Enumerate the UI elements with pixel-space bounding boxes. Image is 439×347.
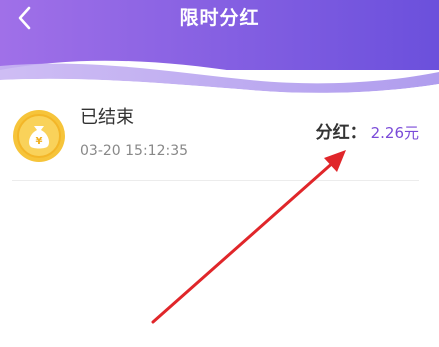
dividend-amount: 2.26元 [370, 124, 419, 142]
dividend-info: 分红： 2.26元 [316, 120, 419, 146]
svg-text:¥: ¥ [36, 136, 43, 147]
dividend-label: 分红： [315, 123, 367, 143]
app-header: 限时分红 [0, 0, 439, 100]
record-status: 已结束 [80, 107, 134, 128]
dividend-record-row[interactable]: ¥ 已结束 03-20 15:12:35 分红： 2.26元 [12, 100, 419, 181]
page-title: 限时分红 [179, 7, 260, 29]
record-time: 03-20 15:12:35 [80, 143, 189, 159]
money-bag-coin-icon: ¥ [13, 110, 65, 162]
